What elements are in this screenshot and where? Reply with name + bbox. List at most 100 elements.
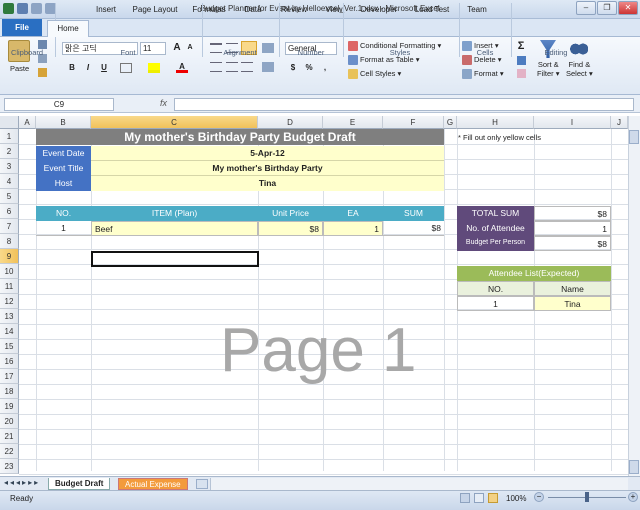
vertical-scrollbar[interactable]: [628, 116, 640, 476]
cell-styles-button[interactable]: Cell Styles ▾: [348, 69, 401, 80]
fill-icon[interactable]: [517, 56, 526, 65]
fill-instruction-note[interactable]: * Fill out only yellow cells: [458, 131, 541, 145]
tab-formulas[interactable]: Formulas: [188, 2, 230, 17]
fill-color-icon[interactable]: [148, 63, 160, 73]
attendee-list-title[interactable]: Attendee List(Expected): [457, 266, 611, 281]
column-header-h[interactable]: H: [457, 116, 534, 129]
insert-sheet-icon[interactable]: [196, 479, 208, 489]
comma-button[interactable]: ,: [319, 62, 331, 74]
row-unit-price[interactable]: $8: [258, 221, 323, 236]
row-header-2[interactable]: 2: [0, 144, 19, 159]
column-header-e[interactable]: E: [323, 116, 383, 129]
column-header-i[interactable]: I: [534, 116, 611, 129]
total-sum-value[interactable]: $8: [534, 206, 611, 221]
event-date-label[interactable]: Event Date: [36, 146, 91, 161]
percent-button[interactable]: %: [303, 62, 315, 74]
name-box[interactable]: C9: [4, 98, 114, 111]
row-header-5[interactable]: 5: [0, 189, 19, 204]
row-header-22[interactable]: 22: [0, 444, 19, 459]
header-unit-price[interactable]: Unit Price: [258, 206, 323, 221]
align-right-icon[interactable]: [241, 62, 253, 72]
tab-load-test[interactable]: Load Test: [410, 2, 454, 17]
row-item[interactable]: Beef: [91, 221, 258, 236]
column-header-b[interactable]: B: [36, 116, 91, 129]
host-value[interactable]: Tina: [91, 176, 444, 191]
scroll-down-arrow[interactable]: [629, 460, 639, 474]
row-header-4[interactable]: 4: [0, 174, 19, 189]
align-left-icon[interactable]: [210, 62, 222, 72]
row-header-13[interactable]: 13: [0, 309, 19, 324]
row-header-12[interactable]: 12: [0, 294, 19, 309]
maximize-button[interactable]: ❐: [597, 1, 617, 15]
align-center-icon[interactable]: [226, 62, 238, 72]
borders-icon[interactable]: [120, 63, 132, 73]
scroll-up-arrow[interactable]: [629, 130, 639, 144]
row-header-9[interactable]: 9: [0, 249, 19, 264]
bold-button[interactable]: B: [66, 62, 78, 74]
column-header-j[interactable]: J: [611, 116, 628, 129]
row-header-3[interactable]: 3: [0, 159, 19, 174]
column-header-a[interactable]: A: [19, 116, 36, 129]
row-no[interactable]: 1: [36, 221, 91, 236]
row-header-15[interactable]: 15: [0, 339, 19, 354]
event-date-value[interactable]: 5-Apr-12: [91, 146, 444, 161]
attendee-no[interactable]: 1: [457, 296, 534, 311]
budget-per-person-label[interactable]: Budget Per Person: [457, 236, 534, 251]
row-header-11[interactable]: 11: [0, 279, 19, 294]
page-layout-view-icon[interactable]: [474, 493, 484, 503]
sheet-tab-budget-draft[interactable]: Budget Draft: [48, 478, 111, 490]
paste-button[interactable]: Paste: [10, 64, 29, 73]
row-sum[interactable]: $8: [383, 221, 444, 236]
sheet-title[interactable]: My mother's Birthday Party Budget Draft: [36, 129, 444, 145]
host-label[interactable]: Host: [36, 176, 91, 191]
row-header-10[interactable]: 10: [0, 264, 19, 279]
sheet-tab-actual-expense[interactable]: Actual Expense: [118, 478, 188, 490]
attendee-count-value[interactable]: 1: [534, 221, 611, 236]
column-header-c[interactable]: C: [91, 116, 258, 129]
zoom-slider-thumb[interactable]: [585, 492, 589, 502]
normal-view-icon[interactable]: [460, 493, 470, 503]
tab-file[interactable]: File: [2, 19, 42, 36]
currency-button[interactable]: $: [287, 62, 299, 74]
column-header-f[interactable]: F: [383, 116, 444, 129]
row-header-8[interactable]: 8: [0, 234, 19, 249]
underline-button[interactable]: U: [98, 62, 110, 74]
page-break-view-icon[interactable]: [488, 493, 498, 503]
zoom-out-button[interactable]: −: [534, 492, 544, 502]
row-header-16[interactable]: 16: [0, 354, 19, 369]
column-header-d[interactable]: D: [258, 116, 323, 129]
format-cells-button[interactable]: Format ▾: [462, 69, 504, 80]
header-ea[interactable]: EA: [323, 206, 383, 221]
sort-filter-button[interactable]: Sort & Filter ▾: [537, 60, 560, 78]
row-header-6[interactable]: 6: [0, 204, 19, 219]
select-all-corner[interactable]: [0, 116, 19, 129]
minimize-button[interactable]: –: [576, 1, 596, 15]
row-header-18[interactable]: 18: [0, 384, 19, 399]
formula-input[interactable]: [174, 98, 634, 111]
attendee-no-header[interactable]: NO.: [457, 281, 534, 296]
event-title-value[interactable]: My mother's Birthday Party: [91, 161, 444, 176]
header-item[interactable]: ITEM (Plan): [91, 206, 258, 221]
budget-per-person-value[interactable]: $8: [534, 236, 611, 251]
row-header-19[interactable]: 19: [0, 399, 19, 414]
attendee-name-header[interactable]: Name: [534, 281, 611, 296]
sheet-nav-arrows[interactable]: ◂◂◂▸▸▸: [4, 478, 40, 487]
attendee-count-label[interactable]: No. of Attendee: [457, 221, 534, 236]
attendee-name[interactable]: Tina: [534, 296, 611, 311]
row-header-7[interactable]: 7: [0, 219, 19, 234]
row-header-21[interactable]: 21: [0, 429, 19, 444]
find-select-button[interactable]: Find & Select ▾: [566, 60, 593, 78]
event-title-label[interactable]: Event Title: [36, 161, 91, 176]
tab-team[interactable]: Team: [460, 2, 494, 17]
horizontal-scrollbar[interactable]: [210, 478, 628, 490]
zoom-in-button[interactable]: +: [628, 492, 638, 502]
font-color-button[interactable]: A: [176, 61, 188, 73]
tab-view[interactable]: View: [318, 2, 350, 17]
row-header-23[interactable]: 23: [0, 459, 19, 474]
row-header-17[interactable]: 17: [0, 369, 19, 384]
tab-developer[interactable]: Developer: [356, 2, 402, 17]
row-ea[interactable]: 1: [323, 221, 383, 236]
zoom-level[interactable]: 100%: [506, 494, 526, 503]
tab-review[interactable]: Review: [276, 2, 312, 17]
header-no[interactable]: NO.: [36, 206, 91, 221]
